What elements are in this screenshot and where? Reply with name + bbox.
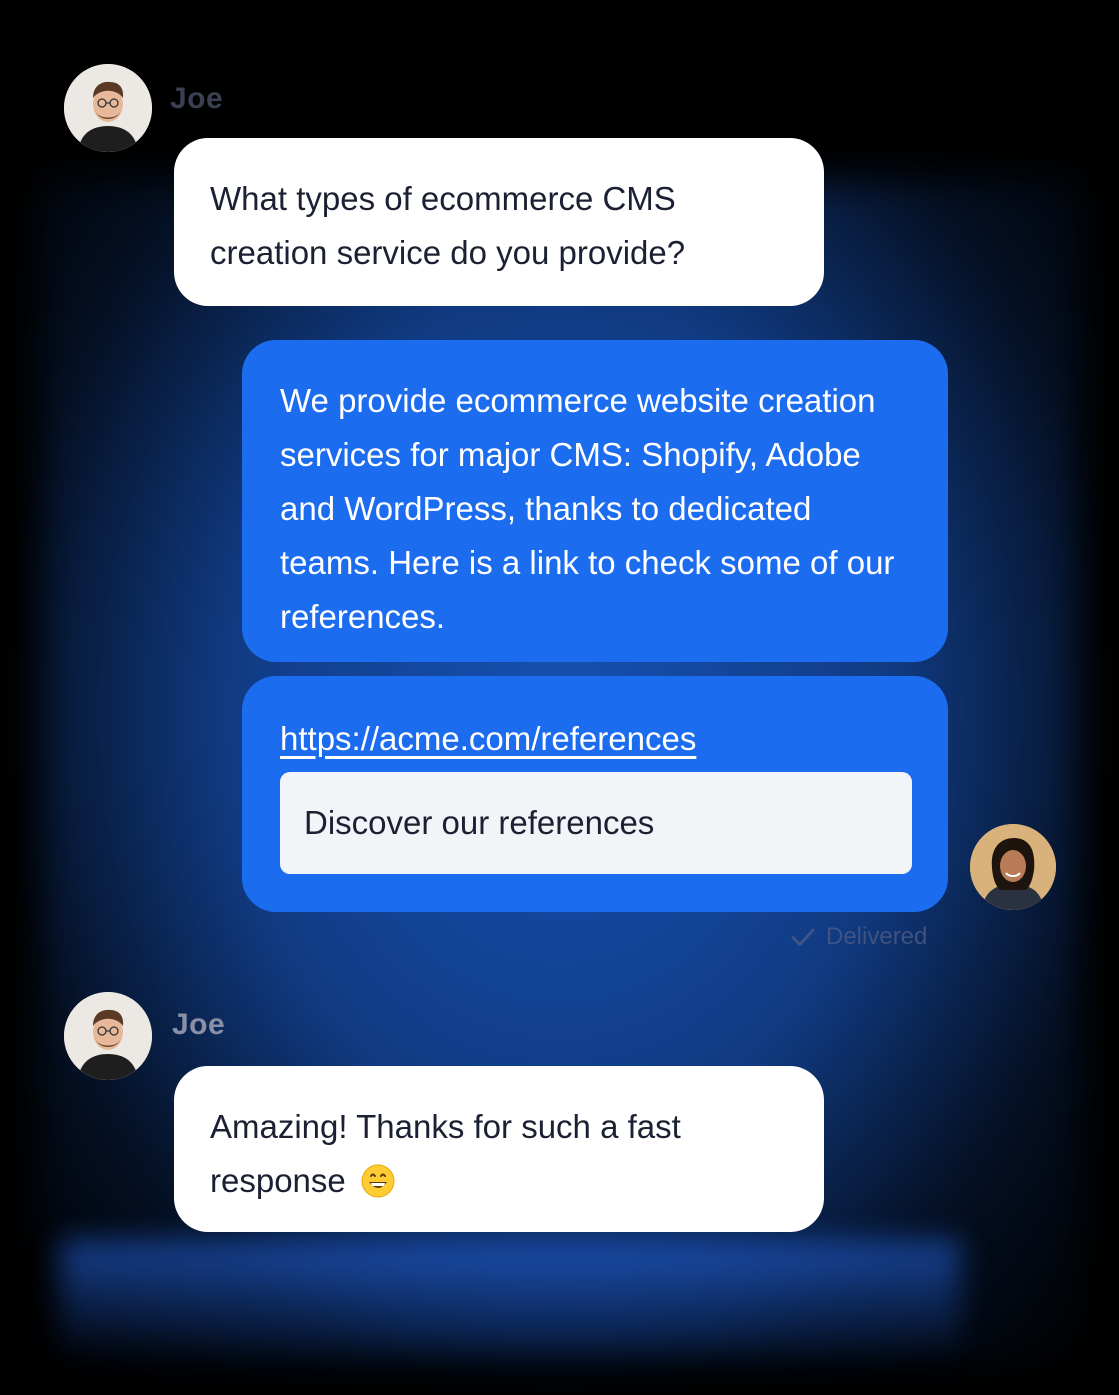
- user-message-bubble: Amazing! Thanks for such a fast response: [174, 1066, 824, 1232]
- sender-name: Joe: [170, 82, 224, 115]
- joe-avatar: [64, 64, 152, 152]
- joe-avatar-image: [64, 64, 152, 152]
- joe-avatar: [64, 992, 152, 1080]
- message-text: What types of ecommerce CMS creation ser…: [210, 180, 686, 271]
- message-text: We provide ecommerce website creation se…: [280, 382, 895, 635]
- delivery-status: Delivered: [788, 922, 927, 952]
- agent-message-bubble: We provide ecommerce website creation se…: [242, 340, 948, 662]
- user-message-bubble: What types of ecommerce CMS creation ser…: [174, 138, 824, 306]
- message-text: Amazing! Thanks for such a fast response: [210, 1108, 681, 1199]
- agent-link-bubble: https://acme.com/references Discover our…: [242, 676, 948, 912]
- references-link[interactable]: https://acme.com/references: [280, 717, 696, 761]
- discover-references-button[interactable]: Discover our references: [280, 772, 912, 874]
- grinning-face-emoji-icon: [361, 1160, 395, 1198]
- sender-name: Joe: [172, 1008, 226, 1041]
- agent-avatar: [970, 824, 1056, 910]
- joe-avatar-image: [64, 992, 152, 1080]
- agent-avatar-image: [970, 824, 1056, 910]
- check-icon: [788, 922, 818, 952]
- background-glow-bottom: [60, 1240, 960, 1360]
- chat-window: Joe What types of ecommerce CMS creation…: [0, 0, 1119, 1395]
- delivery-status-text: Delivered: [826, 923, 928, 950]
